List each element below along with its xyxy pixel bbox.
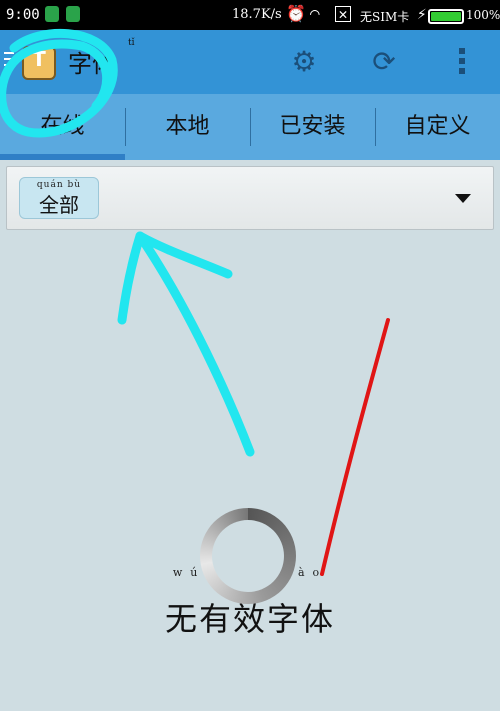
network-speed: 18.7K/s xyxy=(232,7,282,22)
tab-bar: 在线 本地 已安装 自定义 xyxy=(0,94,500,160)
app-bar: T tǐ 字体 ⚙ ⟳ xyxy=(0,30,500,94)
tab-local[interactable]: 本地 xyxy=(125,94,250,160)
tab-custom[interactable]: 自定义 xyxy=(375,94,500,160)
refresh-icon[interactable]: ⟳ xyxy=(366,44,402,80)
annotation-arrowhead xyxy=(117,231,233,325)
app-logo[interactable]: T xyxy=(22,46,56,80)
no-sim-icon: ✕ xyxy=(335,6,351,22)
category-dropdown[interactable]: quán bù 全部 xyxy=(6,166,494,230)
category-label: 全部 xyxy=(39,193,79,217)
settings-icon[interactable]: ⚙ xyxy=(286,44,322,80)
status-time: 9:00 xyxy=(6,7,40,23)
charging-icon: ⚡ xyxy=(417,4,427,23)
alarm-icon: ⏰ xyxy=(286,4,306,23)
battery-icon xyxy=(428,9,464,24)
more-icon[interactable] xyxy=(444,44,480,80)
menu-icon[interactable] xyxy=(4,52,14,68)
annotation-arrow xyxy=(135,231,255,457)
sim-icon xyxy=(66,6,80,22)
tab-online[interactable]: 在线 xyxy=(0,94,125,160)
tab-installed[interactable]: 已安装 xyxy=(250,94,375,160)
annotation-red-stroke xyxy=(320,318,390,576)
sim-status: 无SIM卡 xyxy=(360,10,410,24)
loading-spinner xyxy=(200,508,296,604)
title-pinyin: tǐ xyxy=(128,38,135,48)
status-bar: 9:00 18.7K/s ⏰ ◠ ✕ 无SIM卡 ⚡ 100% xyxy=(0,0,500,30)
app-title: tǐ 字体 xyxy=(68,38,135,79)
shield-icon xyxy=(45,6,59,22)
battery-percent: 100% xyxy=(466,8,500,22)
wifi-icon: ◠ xyxy=(310,4,320,23)
chevron-down-icon[interactable] xyxy=(455,194,471,203)
title-text: 字体 xyxy=(68,50,116,78)
category-chip[interactable]: quán bù 全部 xyxy=(19,177,99,219)
